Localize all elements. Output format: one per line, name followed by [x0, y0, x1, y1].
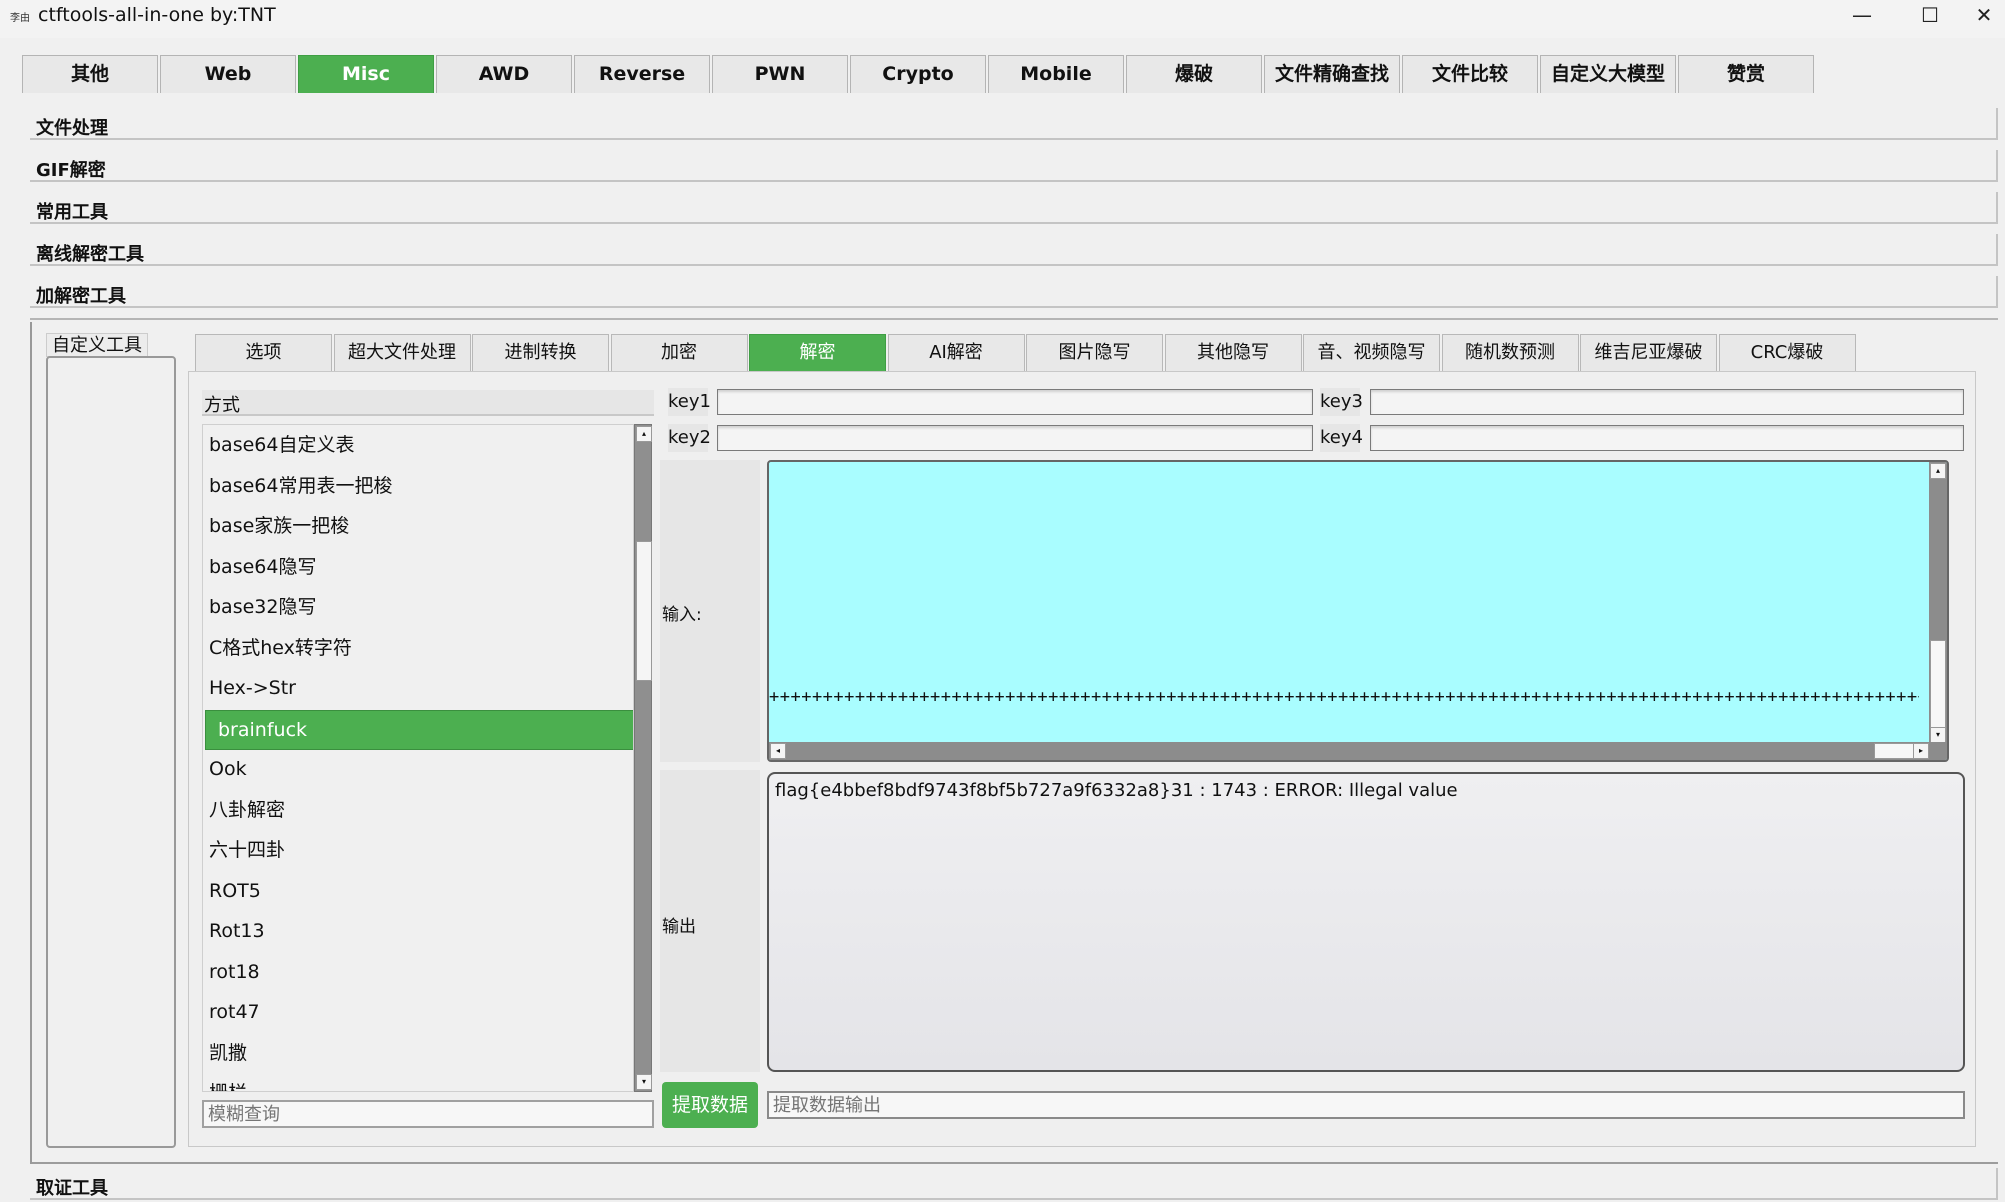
scroll-up-icon[interactable]: ▴: [1930, 463, 1946, 479]
tab-5[interactable]: PWN: [712, 55, 848, 93]
key4-input[interactable]: [1370, 425, 1964, 451]
close-button[interactable]: ✕: [1962, 0, 2005, 32]
key2-label: key2: [668, 424, 711, 452]
section-file-processing[interactable]: 文件处理: [30, 108, 1998, 140]
sub-tab-1[interactable]: 超大文件处理: [333, 334, 471, 371]
list-item[interactable]: base64隐写: [209, 548, 629, 586]
list-item[interactable]: 六十四卦: [209, 831, 629, 869]
input-label: 输入:: [662, 605, 702, 625]
custom-tools-label: 自定义工具: [46, 333, 148, 357]
tab-10[interactable]: 文件比较: [1402, 55, 1538, 93]
section-common-tools[interactable]: 常用工具: [30, 192, 1998, 224]
input-text: ++++++++++++++++++++++++++++++++++++++++…: [769, 687, 1919, 707]
scroll-up-icon[interactable]: ▴: [636, 426, 652, 442]
output-textarea[interactable]: flag{e4bbef8bdf9743f8bf5b727a9f6332a8}31…: [767, 772, 1965, 1072]
tab-12[interactable]: 赞赏: [1678, 55, 1814, 93]
list-item[interactable]: base64自定义表: [209, 426, 629, 464]
frame-border: [30, 322, 32, 1164]
sub-tab-10[interactable]: 维吉尼亚爆破: [1580, 334, 1717, 371]
list-item[interactable]: rot47: [209, 993, 629, 1031]
tab-0[interactable]: 其他: [22, 55, 158, 93]
list-item[interactable]: base家族一把梭: [209, 507, 629, 545]
key1-input[interactable]: [717, 389, 1313, 415]
scroll-left-icon[interactable]: ◂: [770, 743, 786, 759]
list-item[interactable]: Hex->Str: [209, 669, 629, 707]
list-item[interactable]: Rot13: [209, 912, 629, 950]
extract-data-output[interactable]: [767, 1091, 1965, 1119]
key2-input[interactable]: [717, 425, 1313, 451]
tab-6[interactable]: Crypto: [850, 55, 986, 93]
list-item[interactable]: 栅栏: [209, 1074, 629, 1091]
input-vertical-scrollbar[interactable]: ▴ ▾: [1929, 462, 1947, 744]
fuzzy-search-input[interactable]: [202, 1100, 654, 1128]
list-item[interactable]: 凯撒: [209, 1034, 629, 1072]
tab-9[interactable]: 文件精确查找: [1264, 55, 1400, 93]
list-item[interactable]: C格式hex转字符: [209, 629, 629, 667]
tab-8[interactable]: 爆破: [1126, 55, 1262, 93]
sub-tab-7[interactable]: 其他隐写: [1164, 334, 1302, 371]
sub-tab-6[interactable]: 图片隐写: [1026, 334, 1163, 371]
sub-tab-11[interactable]: CRC爆破: [1718, 334, 1856, 371]
app-icon: 李由: [10, 13, 30, 24]
scroll-thumb[interactable]: [1930, 640, 1946, 728]
extract-data-button[interactable]: 提取数据: [662, 1082, 758, 1128]
sub-tab-4[interactable]: 解密: [749, 334, 886, 371]
sub-tab-9[interactable]: 随机数预测: [1441, 334, 1579, 371]
output-label: 输出: [662, 917, 696, 937]
section-offline-decrypt[interactable]: 离线解密工具: [30, 234, 1998, 266]
tab-2[interactable]: Misc: [298, 55, 434, 93]
sub-tab-8[interactable]: 音、视频隐写: [1303, 334, 1440, 371]
key4-label: key4: [1320, 424, 1363, 452]
custom-tools-panel: [46, 356, 176, 1148]
section-gif-decrypt[interactable]: GIF解密: [30, 150, 1998, 182]
method-header: 方式: [202, 390, 654, 416]
tab-7[interactable]: Mobile: [988, 55, 1124, 93]
list-item[interactable]: rot18: [209, 953, 629, 991]
list-item[interactable]: base32隐写: [209, 588, 629, 626]
list-item[interactable]: ROT5: [209, 872, 629, 910]
maximize-button[interactable]: ☐: [1900, 0, 1960, 32]
tab-11[interactable]: 自定义大模型: [1540, 55, 1676, 93]
key1-label: key1: [668, 388, 711, 416]
input-textarea[interactable]: ++++++++++++++++++++++++++++++++++++++++…: [767, 460, 1949, 762]
tab-4[interactable]: Reverse: [574, 55, 710, 93]
title-bar: [0, 0, 2005, 38]
scroll-down-icon[interactable]: ▾: [1930, 727, 1946, 743]
sub-tab-2[interactable]: 进制转换: [472, 334, 609, 371]
method-list-scrollbar[interactable]: ▴ ▾: [634, 424, 652, 1092]
section-crypto-tools[interactable]: 加解密工具: [30, 276, 1998, 308]
scroll-thumb[interactable]: [636, 541, 652, 681]
input-horizontal-scrollbar[interactable]: ◂ ▸: [769, 742, 1947, 760]
list-item[interactable]: base64常用表一把梭: [209, 467, 629, 505]
scroll-down-icon[interactable]: ▾: [636, 1074, 652, 1090]
key3-label: key3: [1320, 388, 1363, 416]
window-title: ctftools-all-in-one by:TNT: [38, 4, 276, 26]
tab-1[interactable]: Web: [160, 55, 296, 93]
key3-input[interactable]: [1370, 389, 1964, 415]
list-item[interactable]: 八卦解密: [209, 791, 629, 829]
minimize-button[interactable]: —: [1832, 0, 1892, 32]
sub-tab-5[interactable]: AI解密: [887, 334, 1025, 371]
sub-tab-0[interactable]: 选项: [195, 334, 332, 371]
sub-tab-3[interactable]: 加密: [610, 334, 748, 371]
list-item[interactable]: Ook: [209, 750, 629, 788]
scroll-right-icon[interactable]: ▸: [1913, 743, 1929, 759]
tab-3[interactable]: AWD: [436, 55, 572, 93]
list-item[interactable]: brainfuck: [205, 709, 633, 750]
section-forensics-tools[interactable]: 取证工具: [30, 1168, 1998, 1200]
method-list[interactable]: base64自定义表 base64常用表一把梭 base家族一把梭 base64隐写 b…: [202, 424, 634, 1092]
